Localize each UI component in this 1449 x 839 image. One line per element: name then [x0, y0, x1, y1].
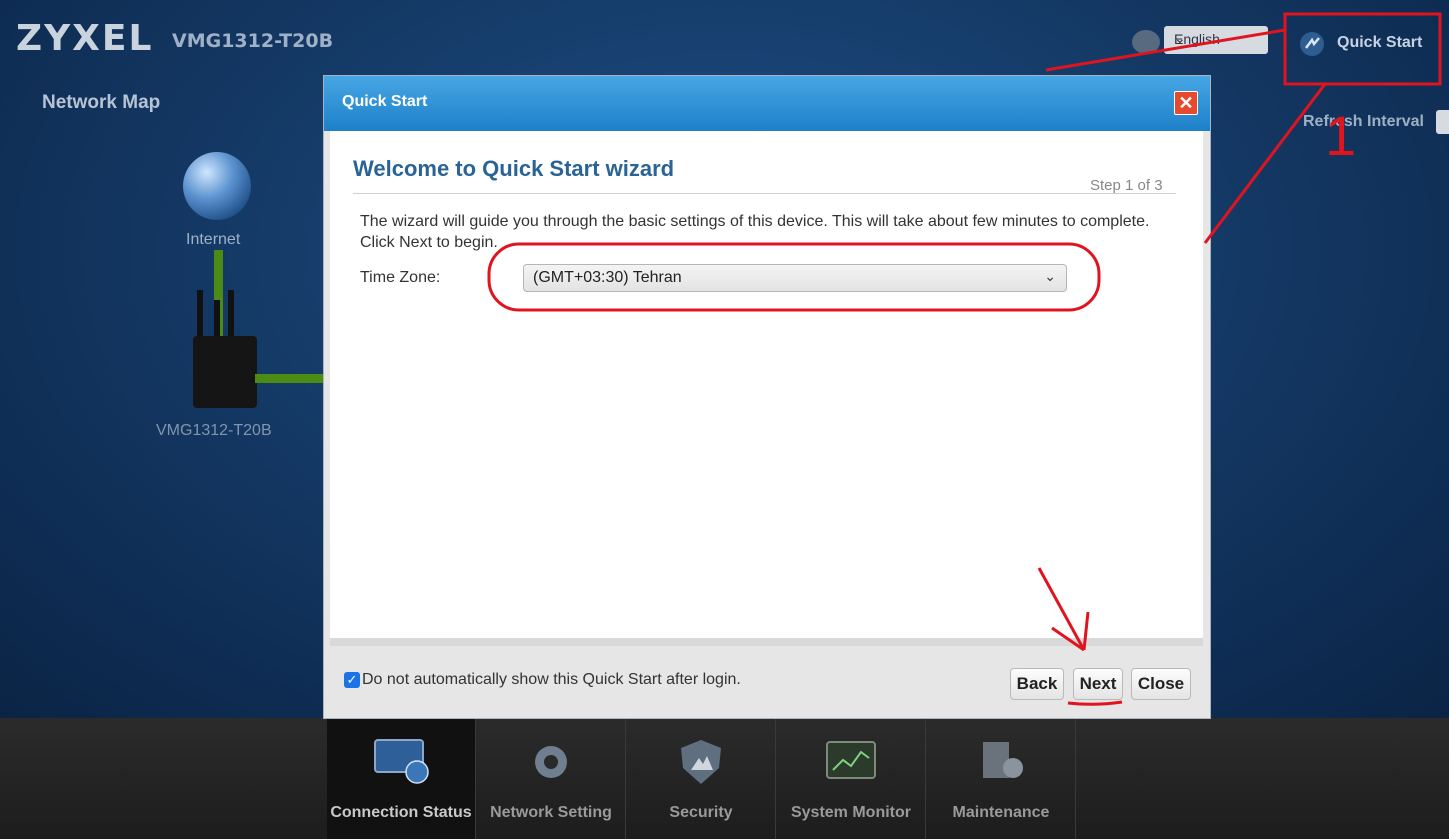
time-zone-value: (GMT+03:30) Tehran	[533, 269, 682, 286]
internet-label: Internet	[186, 231, 241, 248]
zyxel-logo: ZYXEL	[16, 18, 154, 59]
chevron-down-icon: ⌄	[1174, 30, 1186, 46]
router-device-icon[interactable]	[193, 336, 257, 408]
nav-label: Network Setting	[490, 804, 612, 821]
time-zone-select[interactable]: (GMT+03:30) Tehran ⌄	[523, 264, 1067, 292]
lan-link-line	[255, 374, 325, 383]
next-button[interactable]: Next	[1073, 668, 1123, 700]
language-select[interactable]: English ⌄	[1164, 26, 1268, 54]
refresh-interval-label: Refresh Interval	[1303, 113, 1424, 130]
close-button[interactable]: Close	[1131, 668, 1191, 700]
dialog-body: Welcome to Quick Start wizard Step 1 of …	[330, 131, 1203, 638]
monitor-globe-icon	[374, 739, 429, 784]
shield-icon	[681, 740, 721, 784]
chevron-down-icon: ⌄	[1044, 268, 1056, 284]
nav-label: Maintenance	[952, 804, 1050, 821]
tools-icon	[983, 742, 1023, 778]
nav-system-monitor[interactable]: System Monitor	[777, 718, 926, 839]
dialog-title: Quick Start	[342, 93, 428, 110]
wizard-title: Welcome to Quick Start wizard	[353, 156, 675, 181]
wizard-description: The wizard will guide you through the ba…	[360, 213, 1150, 251]
nav-maintenance[interactable]: Maintenance	[927, 718, 1076, 839]
time-zone-label: Time Zone:	[360, 269, 441, 286]
nav-label: Connection Status	[330, 804, 472, 821]
dialog-header: Quick Start ✕	[324, 76, 1210, 131]
router-antenna	[228, 290, 234, 340]
divider	[353, 193, 1176, 194]
quick-start-icon[interactable]	[1298, 30, 1326, 58]
step-indicator: Step 1 of 3	[1090, 177, 1163, 194]
dont-show-label[interactable]: Do not automatically show this Quick Sta…	[362, 671, 741, 689]
network-map-title: Network Map	[42, 92, 161, 113]
internet-globe-icon[interactable]	[183, 152, 251, 220]
router-antenna	[197, 290, 203, 340]
nav-connection-status[interactable]: Connection Status	[327, 718, 476, 839]
footer-separator	[330, 638, 1203, 646]
nav-label: Security	[669, 804, 733, 821]
dont-show-checkbox[interactable]: ✓	[344, 672, 360, 688]
quick-start-link[interactable]: Quick Start	[1337, 34, 1422, 52]
gear-icon	[535, 746, 567, 778]
globe-language-icon	[1132, 30, 1160, 54]
quick-start-dialog: Quick Start ✕ Welcome to Quick Start wiz…	[323, 75, 1211, 719]
nav-security[interactable]: Security	[627, 718, 776, 839]
back-button[interactable]: Back	[1010, 668, 1064, 700]
close-icon[interactable]: ✕	[1174, 91, 1198, 115]
model-name: VMG1312-T20B	[172, 30, 334, 52]
refresh-interval-select[interactable]	[1436, 110, 1449, 134]
nav-label: System Monitor	[790, 804, 911, 821]
device-label: VMG1312-T20B	[156, 422, 272, 439]
nav-network-setting[interactable]: Network Setting	[477, 718, 626, 839]
chart-monitor-icon	[826, 741, 876, 779]
